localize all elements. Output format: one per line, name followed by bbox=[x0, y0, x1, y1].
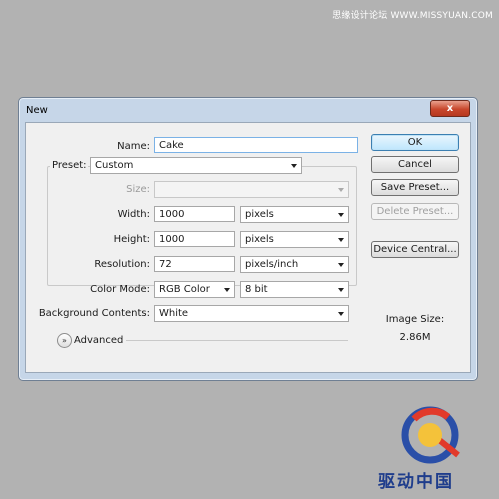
close-button[interactable]: x bbox=[430, 100, 470, 117]
dialog-title: New bbox=[26, 105, 48, 116]
name-label: Name: bbox=[117, 141, 150, 152]
chevron-down-icon bbox=[338, 188, 344, 192]
width-label: Width: bbox=[117, 209, 150, 220]
watermark-top: 思缘设计论坛 WWW.MISSYUAN.COM bbox=[332, 11, 493, 21]
chevron-down-icon bbox=[338, 288, 344, 292]
chevrons-down-icon: » bbox=[62, 336, 67, 345]
width-unit-value: pixels bbox=[245, 209, 274, 220]
resolution-field[interactable]: 72 bbox=[154, 256, 235, 272]
height-label: Height: bbox=[113, 234, 150, 245]
width-unit-select[interactable]: pixels bbox=[240, 206, 349, 223]
height-unit-select[interactable]: pixels bbox=[240, 231, 349, 248]
delete-preset-button: Delete Preset... bbox=[371, 203, 459, 220]
chevron-down-icon bbox=[338, 238, 344, 242]
image-size-value: 2.86M bbox=[399, 332, 431, 343]
save-preset-button[interactable]: Save Preset... bbox=[371, 179, 459, 196]
bit-depth-select[interactable]: 8 bit bbox=[240, 281, 349, 298]
background-contents-select[interactable]: White bbox=[154, 305, 349, 322]
ok-button[interactable]: OK bbox=[371, 134, 459, 151]
bit-depth-value: 8 bit bbox=[245, 284, 268, 295]
size-label: Size: bbox=[126, 184, 150, 195]
resolution-unit-select[interactable]: pixels/inch bbox=[240, 256, 349, 273]
size-select bbox=[154, 181, 349, 198]
chevron-down-icon bbox=[291, 164, 297, 168]
name-field[interactable]: Cake bbox=[154, 137, 358, 153]
titlebar[interactable]: New x bbox=[19, 98, 477, 122]
color-mode-select[interactable]: RGB Color bbox=[154, 281, 235, 298]
chevron-down-icon bbox=[338, 312, 344, 316]
new-document-dialog: New x Name: Cake Preset: Custom Size: Wi… bbox=[18, 97, 478, 381]
image-size-label: Image Size: bbox=[385, 314, 445, 325]
site-logo bbox=[401, 406, 460, 464]
logo-text: 驱动中国 bbox=[378, 472, 454, 492]
resolution-label: Resolution: bbox=[94, 259, 150, 270]
cancel-button[interactable]: Cancel bbox=[371, 156, 459, 173]
chevron-down-icon bbox=[224, 288, 230, 292]
device-central-button[interactable]: Device Central... bbox=[371, 241, 459, 258]
color-mode-value: RGB Color bbox=[159, 284, 210, 295]
resolution-unit-value: pixels/inch bbox=[245, 259, 299, 270]
background-contents-label: Background Contents: bbox=[38, 308, 150, 319]
chevron-down-icon bbox=[338, 213, 344, 217]
dialog-body: Name: Cake Preset: Custom Size: Width: 1… bbox=[25, 122, 471, 373]
advanced-label: Advanced bbox=[74, 335, 124, 346]
preset-select[interactable]: Custom bbox=[90, 157, 302, 174]
height-field[interactable]: 1000 bbox=[154, 231, 235, 247]
height-unit-value: pixels bbox=[245, 234, 274, 245]
preset-label: Preset: bbox=[50, 160, 88, 171]
advanced-toggle[interactable]: » bbox=[57, 333, 72, 348]
background-contents-value: White bbox=[159, 308, 189, 319]
advanced-divider bbox=[126, 340, 348, 341]
width-field[interactable]: 1000 bbox=[154, 206, 235, 222]
color-mode-label: Color Mode: bbox=[90, 284, 150, 295]
close-icon: x bbox=[446, 103, 454, 114]
preset-select-value: Custom bbox=[95, 160, 134, 171]
chevron-down-icon bbox=[338, 263, 344, 267]
